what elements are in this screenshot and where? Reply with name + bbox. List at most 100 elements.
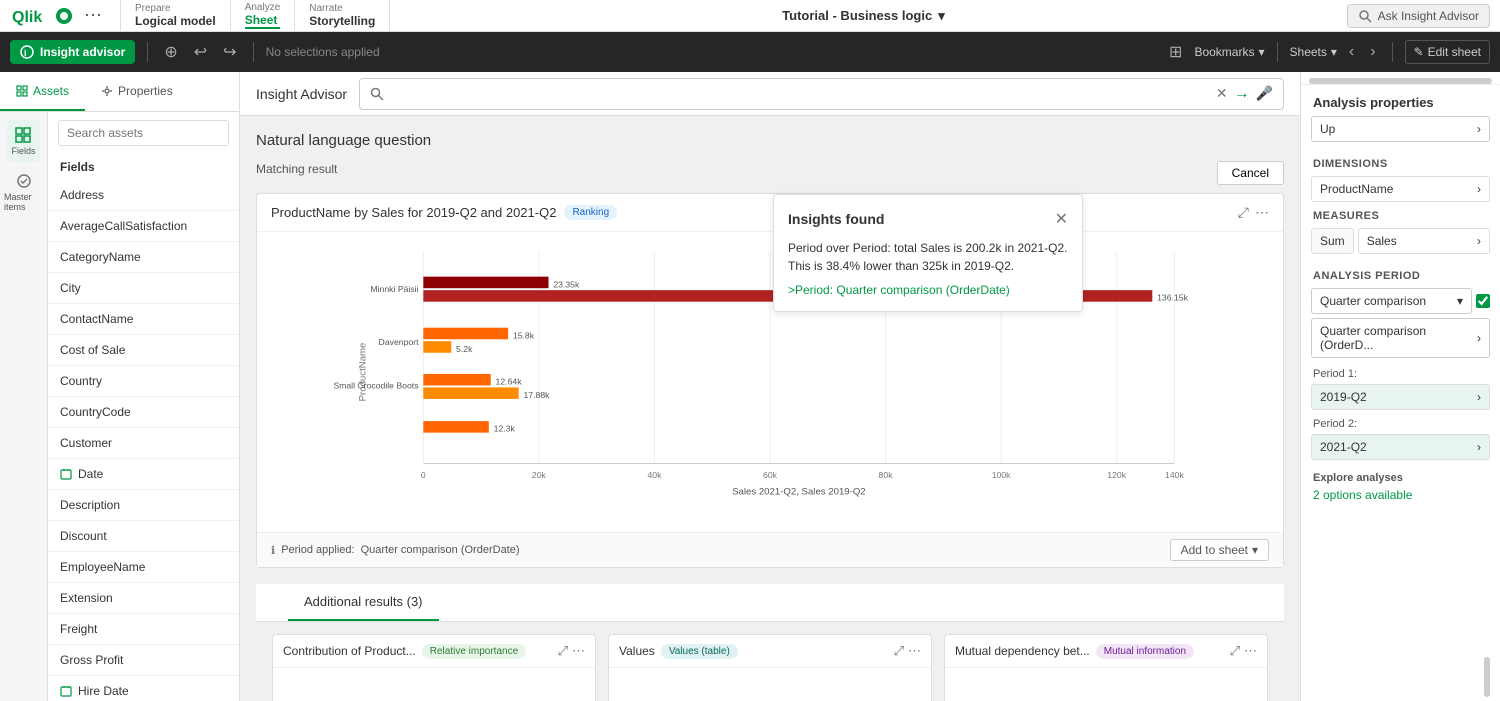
mini-expand-btn[interactable]: ⤢ xyxy=(894,643,904,659)
nav-center: Tutorial - Business logic ▾ xyxy=(390,0,1336,31)
explore-link[interactable]: 2 options available xyxy=(1313,488,1488,502)
calendar-icon xyxy=(60,685,72,697)
search-assets-input[interactable] xyxy=(58,120,229,146)
field-item[interactable]: Extension xyxy=(48,583,239,614)
add-to-sheet-btn[interactable]: Add to sheet ▾ xyxy=(1170,539,1269,561)
measure-row: Sum Sales xyxy=(1311,228,1490,254)
measure-val[interactable]: Sales xyxy=(1358,228,1490,254)
field-item[interactable]: Description xyxy=(48,490,239,521)
nav-analyze[interactable]: Analyze Sheet xyxy=(231,0,296,31)
top-nav: Qlik ⋯ Prepare Logical model Analyze She… xyxy=(0,0,1500,32)
explore-analyses: Explore analyses 2 options available xyxy=(1301,462,1500,512)
svg-text:Sales 2021-Q2, Sales 2019-Q2: Sales 2021-Q2, Sales 2019-Q2 xyxy=(732,486,866,497)
field-item[interactable]: Country xyxy=(48,366,239,397)
field-item[interactable]: ContactName xyxy=(48,304,239,335)
svg-text:Davenport: Davenport xyxy=(379,337,420,347)
ia-clear-btn[interactable]: ✕ xyxy=(1216,85,1228,102)
mini-menu-btn[interactable]: ⋯ xyxy=(908,643,921,659)
mini-card-body: ProductName ... Sales xyxy=(609,668,931,701)
nlq-area: Natural language question Matching resul… xyxy=(240,116,1300,701)
svg-text:20k: 20k xyxy=(532,470,547,480)
expand-chart-btn[interactable]: ⤢ xyxy=(1238,204,1249,221)
insights-title: Insights found xyxy=(788,211,884,227)
toolbar-right: ⊞ Bookmarks Sheets ‹ › ✎ Edit sheet xyxy=(1165,38,1490,66)
nav-narrate[interactable]: Narrate Storytelling xyxy=(295,0,390,31)
tab-assets[interactable]: Assets xyxy=(0,72,85,111)
left-panel-body: Fields Master items Fields AddressAverag… xyxy=(0,112,239,701)
field-item[interactable]: EmployeeName xyxy=(48,552,239,583)
next-sheet-btn[interactable]: › xyxy=(1366,39,1379,65)
svg-text:17.88k: 17.88k xyxy=(523,390,550,400)
toolbar-undo-icon[interactable]: ↩ xyxy=(190,38,211,66)
period-info-icon: ℹ xyxy=(271,544,275,557)
field-item[interactable]: Hire Date xyxy=(48,676,239,701)
period2-value[interactable]: 2021-Q2 xyxy=(1311,434,1490,460)
ia-go-btn[interactable]: → xyxy=(1234,85,1250,103)
additional-card: Mutual dependency bet... Mutual informat… xyxy=(944,634,1268,701)
analyze-label: Analyze xyxy=(245,2,281,13)
up-dropdown[interactable]: Up xyxy=(1311,116,1490,142)
calendar-icon xyxy=(60,468,72,480)
toolbar-redo-icon[interactable]: ↪ xyxy=(219,38,240,66)
period-dropdown[interactable]: Quarter comparison ▾ xyxy=(1311,288,1472,314)
mini-menu-btn[interactable]: ⋯ xyxy=(1244,643,1257,659)
field-item[interactable]: Gross Profit xyxy=(48,645,239,676)
icon-fields[interactable]: Fields xyxy=(7,120,39,162)
period-sub-dropdown[interactable]: Quarter comparison (OrderD... xyxy=(1311,318,1490,358)
mini-expand-btn[interactable]: ⤢ xyxy=(558,643,568,659)
grid-view-btn[interactable]: ⊞ xyxy=(1165,38,1186,66)
period1-label: Period 1: xyxy=(1301,362,1500,382)
ia-search-input[interactable]: show me sales by product xyxy=(390,86,1210,101)
insight-advisor-btn[interactable]: i Insight advisor xyxy=(10,40,135,64)
ask-advisor-btn[interactable]: Ask Insight Advisor xyxy=(1347,4,1490,28)
analysis-period-section: Analysis period Quarter comparison ▾ Qua… xyxy=(1301,264,1500,462)
right-scrollbar[interactable] xyxy=(1484,657,1490,697)
period-value-label: Quarter comparison (OrderDate) xyxy=(361,544,520,556)
edit-sheet-btn[interactable]: ✎ Edit sheet xyxy=(1405,40,1490,64)
field-item[interactable]: Cost of Sale xyxy=(48,335,239,366)
mini-card-header: Contribution of Product... Relative impo… xyxy=(273,635,595,668)
field-item[interactable]: City xyxy=(48,273,239,304)
ia-mic-btn[interactable]: 🎤 xyxy=(1256,85,1273,102)
explore-title: Explore analyses xyxy=(1313,472,1488,484)
nav-dots[interactable]: ⋯ xyxy=(78,5,108,26)
mini-menu-btn[interactable]: ⋯ xyxy=(572,643,585,659)
additional-cards: Contribution of Product... Relative impo… xyxy=(256,622,1284,701)
field-item[interactable]: CountryCode xyxy=(48,397,239,428)
mini-expand-btn[interactable]: ⤢ xyxy=(1230,643,1240,659)
chart-menu-btn[interactable]: ⋯ xyxy=(1255,204,1269,221)
field-item[interactable]: Customer xyxy=(48,428,239,459)
mini-card-body: 600k ... 150.00% xyxy=(273,668,595,701)
field-item[interactable]: AverageCallSatisfaction xyxy=(48,211,239,242)
field-item[interactable]: CategoryName xyxy=(48,242,239,273)
analyze-sub: Sheet xyxy=(245,13,281,29)
ia-header: Insight Advisor show me sales by product… xyxy=(240,72,1300,116)
period1-value[interactable]: 2019-Q2 xyxy=(1311,384,1490,410)
app-title[interactable]: Tutorial - Business logic ▾ xyxy=(782,8,945,24)
field-item[interactable]: Address xyxy=(48,180,239,211)
field-item[interactable]: Date xyxy=(48,459,239,490)
field-item[interactable]: Freight xyxy=(48,614,239,645)
toolbar-select-icon[interactable]: ⊕ xyxy=(160,38,181,66)
prepare-sub: Logical model xyxy=(135,14,216,28)
period-checkbox[interactable] xyxy=(1476,294,1490,308)
insights-link[interactable]: >Period: Quarter comparison (OrderDate) xyxy=(788,283,1068,297)
fields-list: AddressAverageCallSatisfactionCategoryNa… xyxy=(48,180,239,701)
fields-icon xyxy=(14,126,32,144)
cancel-btn[interactable]: Cancel xyxy=(1217,161,1284,185)
prev-sheet-btn[interactable]: ‹ xyxy=(1345,39,1358,65)
nav-prepare[interactable]: Prepare Logical model xyxy=(121,0,231,31)
mini-card-title: Contribution of Product... xyxy=(283,644,416,658)
sheets-btn[interactable]: Sheets xyxy=(1290,45,1337,59)
dimension-product-name[interactable]: ProductName xyxy=(1311,176,1490,202)
field-item[interactable]: Discount xyxy=(48,521,239,552)
bookmarks-btn[interactable]: Bookmarks xyxy=(1194,45,1264,59)
tab-properties[interactable]: Properties xyxy=(85,72,189,111)
additional-results-tab[interactable]: Additional results (3) xyxy=(288,584,439,621)
icon-master-items[interactable]: Master items xyxy=(0,166,47,218)
mini-card-badge: Relative importance xyxy=(422,644,526,659)
measure-agg: Sum xyxy=(1311,228,1354,254)
left-icons: Fields Master items xyxy=(0,112,48,701)
insights-close-btn[interactable]: ✕ xyxy=(1055,209,1068,229)
ia-search-box[interactable]: show me sales by product ✕ → 🎤 xyxy=(359,78,1284,110)
